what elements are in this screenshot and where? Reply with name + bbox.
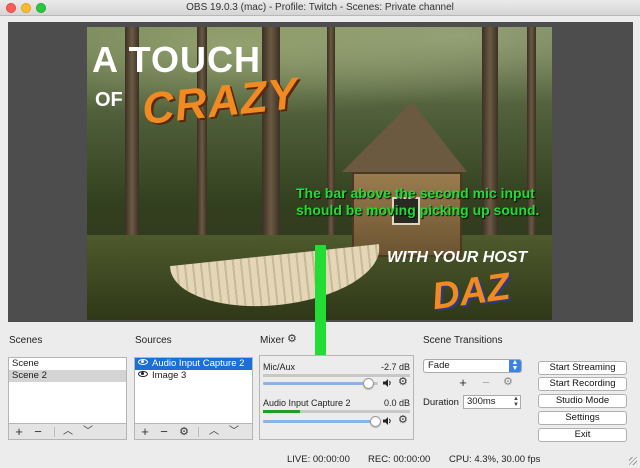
speaker-icon[interactable]	[382, 416, 392, 426]
scene-transitions-label: Scene Transitions	[423, 335, 503, 346]
channel-settings-icon[interactable]: ⚙	[398, 415, 408, 426]
chevron-up-icon: ︿	[63, 426, 73, 437]
scene-item[interactable]: Scene	[9, 358, 126, 370]
annotation-text: The bar above the second mic input shoul…	[296, 185, 540, 218]
studio-mode-button[interactable]: Studio Mode	[538, 394, 627, 408]
toolbar-divider	[54, 427, 55, 437]
move-scene-up-button[interactable]: ︿	[61, 424, 75, 440]
transition-select[interactable]: Fade ▲ ▼	[423, 359, 522, 373]
mixer-channel-name: Mic/Aux	[263, 362, 296, 372]
title-bar: OBS 19.0.3 (mac) - Profile: Twitch - Sce…	[0, 0, 640, 16]
add-scene-button[interactable]: +	[12, 424, 26, 440]
chevron-down-icon: ﹀	[229, 426, 239, 437]
plus-icon: +	[15, 424, 23, 439]
toolbar-divider	[198, 427, 199, 437]
chevron-up-icon: ︿	[209, 426, 219, 437]
minus-icon: −	[160, 424, 168, 439]
scenes-toolbar: + − ︿ ﹀	[8, 424, 127, 440]
resize-grip-icon[interactable]	[629, 457, 637, 465]
remove-transition-button[interactable]: −	[479, 375, 493, 391]
duration-value: 300ms	[467, 396, 496, 407]
source-item-active[interactable]: Audio Input Capture 2	[135, 358, 252, 370]
mixer-channel-db: 0.0 dB	[383, 398, 410, 408]
add-transition-button[interactable]: +	[456, 375, 470, 391]
cpu-status: CPU: 4.3%, 30.00 fps	[449, 454, 541, 465]
volume-slider-knob[interactable]	[362, 378, 374, 389]
volume-slider-fill	[263, 420, 376, 423]
move-source-down-button[interactable]: ﹀	[227, 424, 241, 440]
scenes-label: Scenes	[9, 335, 43, 346]
gear-icon: ⚙	[179, 426, 189, 438]
minus-icon: −	[34, 424, 42, 439]
add-source-button[interactable]: +	[138, 424, 152, 440]
plus-icon: +	[141, 424, 149, 439]
mixer-level-meter	[263, 410, 410, 413]
remove-scene-button[interactable]: −	[31, 424, 45, 440]
source-label: Audio Input Capture 2	[152, 358, 245, 369]
mixer-settings-icon[interactable]: ⚙	[287, 334, 297, 345]
live-status: LIVE: 00:00:00	[287, 454, 350, 465]
eye-icon[interactable]	[138, 359, 148, 366]
duration-label: Duration	[423, 397, 459, 408]
rec-status: REC: 00:00:00	[368, 454, 431, 465]
eye-icon[interactable]	[138, 371, 148, 378]
start-streaming-button[interactable]: Start Streaming	[538, 361, 627, 375]
transition-properties-icon[interactable]: ⚙	[503, 377, 513, 388]
mixer-channel-db: -2.7 dB	[380, 362, 410, 372]
overlay-host-text: WITH YOUR HOST	[387, 249, 528, 266]
scenes-list[interactable]: Scene Scene 2	[8, 357, 127, 424]
source-label: Image 3	[152, 370, 187, 381]
start-recording-button[interactable]: Start Recording	[538, 377, 627, 391]
volume-slider-fill	[263, 382, 369, 385]
stepper-icon[interactable]: ▲ ▼	[513, 396, 519, 408]
mixer-label: Mixer	[260, 335, 285, 346]
remove-source-button[interactable]: −	[157, 424, 171, 440]
cabin-roof	[342, 102, 467, 172]
transition-selected-value: Fade	[428, 360, 450, 371]
overlay-of: OF	[95, 89, 123, 111]
chevron-updown-icon: ▲ ▼	[509, 359, 521, 372]
chevron-down-icon: ﹀	[83, 426, 93, 437]
sources-list[interactable]: Audio Input Capture 2 Image 3	[134, 357, 253, 424]
level-meter-fill	[263, 410, 300, 413]
channel-settings-icon[interactable]: ⚙	[398, 377, 408, 388]
speaker-icon[interactable]	[382, 378, 392, 388]
move-source-up-button[interactable]: ︿	[207, 424, 221, 440]
minus-icon: −	[482, 375, 490, 390]
sources-toolbar: + − ⚙ ︿ ﹀	[134, 424, 253, 440]
exit-button[interactable]: Exit	[538, 428, 627, 442]
move-scene-down-button[interactable]: ﹀	[81, 424, 95, 440]
preview-canvas[interactable]: A TOUCH OF CRAZY WITH YOUR HOST DAZ	[87, 27, 552, 320]
duration-input[interactable]: 300ms ▲ ▼	[463, 395, 521, 409]
volume-slider-knob[interactable]	[369, 416, 381, 427]
sources-label: Sources	[135, 335, 172, 346]
plus-icon: +	[459, 375, 467, 390]
scene-item-selected[interactable]: Scene 2	[9, 370, 126, 382]
source-properties-button[interactable]: ⚙	[177, 424, 191, 440]
mixer-channel-name: Audio Input Capture 2	[263, 398, 351, 408]
source-item[interactable]: Image 3	[135, 370, 252, 382]
settings-button[interactable]: Settings	[538, 411, 627, 425]
mixer-level-meter	[263, 374, 410, 377]
window-title: OBS 19.0.3 (mac) - Profile: Twitch - Sce…	[186, 2, 454, 13]
